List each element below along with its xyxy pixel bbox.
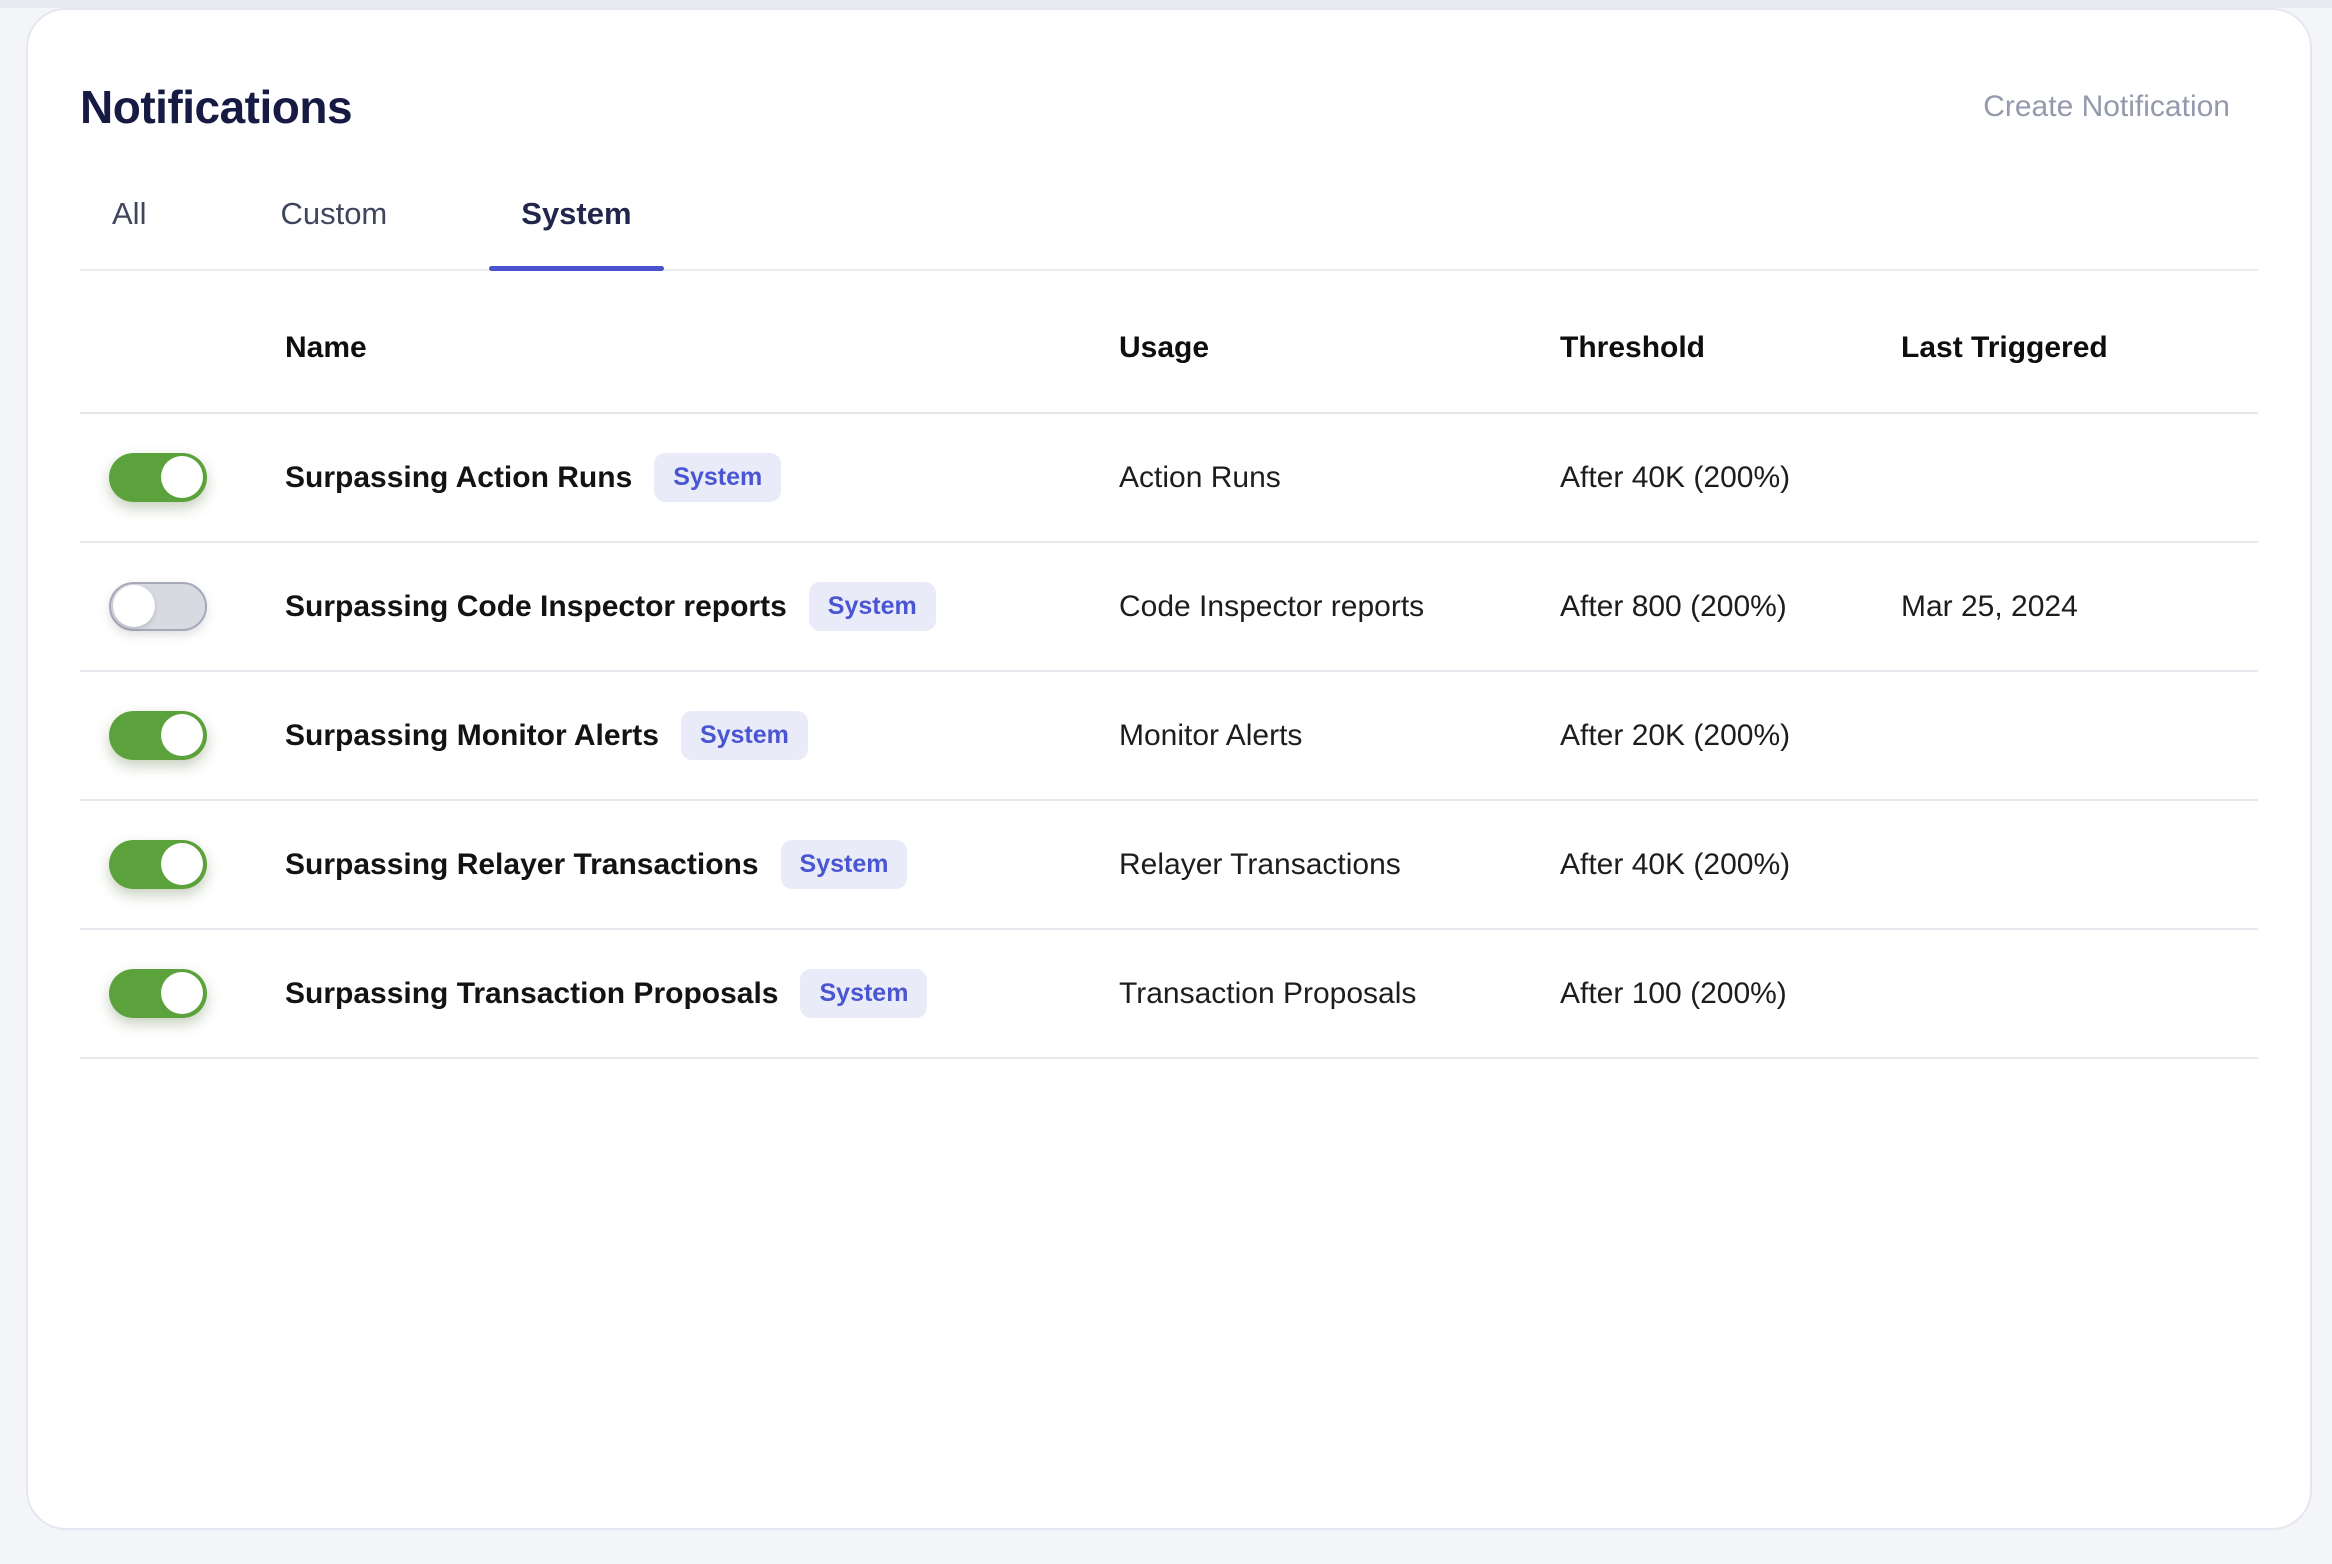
notification-name: Surpassing Code Inspector reports bbox=[285, 589, 787, 623]
column-header-last-triggered: Last Triggered bbox=[1901, 330, 2108, 364]
threshold-cell: After 40K (200%) bbox=[1560, 847, 1791, 881]
column-header-name: Name bbox=[285, 330, 367, 364]
system-badge: System bbox=[680, 711, 808, 760]
table-row: Surpassing Monitor Alerts System Monitor… bbox=[80, 672, 2258, 801]
usage-cell: Transaction Proposals bbox=[1119, 976, 1417, 1010]
usage-cell: Action Runs bbox=[1119, 460, 1281, 494]
toggle-surpassing-transaction-proposals[interactable] bbox=[109, 969, 207, 1018]
system-badge: System bbox=[654, 453, 782, 502]
tab-custom[interactable]: Custom bbox=[248, 178, 419, 269]
system-badge: System bbox=[808, 582, 936, 631]
toggle-knob bbox=[161, 714, 203, 756]
table-row: Surpassing Action Runs System Action Run… bbox=[80, 414, 2258, 543]
table-row: Surpassing Relayer Transactions System R… bbox=[80, 801, 2258, 930]
tab-all[interactable]: All bbox=[80, 178, 178, 269]
usage-cell: Monitor Alerts bbox=[1119, 718, 1303, 752]
table-header-row: Name Usage Threshold Last Triggered bbox=[80, 271, 2258, 414]
column-header-usage: Usage bbox=[1119, 330, 1210, 364]
usage-cell: Code Inspector reports bbox=[1119, 589, 1425, 623]
tab-system[interactable]: System bbox=[489, 178, 664, 271]
notification-name: Surpassing Relayer Transactions bbox=[285, 847, 759, 881]
toggle-knob bbox=[161, 456, 203, 498]
table-row: Surpassing Code Inspector reports System… bbox=[80, 543, 2258, 672]
usage-cell: Relayer Transactions bbox=[1119, 847, 1401, 881]
toggle-knob bbox=[161, 972, 203, 1014]
column-header-threshold: Threshold bbox=[1560, 330, 1706, 364]
last-triggered-cell: Mar 25, 2024 bbox=[1901, 589, 2078, 623]
threshold-cell: After 40K (200%) bbox=[1560, 460, 1791, 494]
toggle-surpassing-code-inspector-reports[interactable] bbox=[109, 582, 207, 631]
threshold-cell: After 800 (200%) bbox=[1560, 589, 1787, 623]
notifications-panel: Notifications Create Notification All Cu… bbox=[26, 8, 2312, 1530]
system-badge: System bbox=[780, 840, 908, 889]
page-title: Notifications bbox=[80, 81, 353, 133]
system-badge: System bbox=[800, 969, 928, 1018]
notification-name: Surpassing Monitor Alerts bbox=[285, 718, 659, 752]
table-row: Surpassing Transaction Proposals System … bbox=[80, 930, 2258, 1059]
panel-header: Notifications Create Notification bbox=[80, 80, 2258, 134]
notification-name: Surpassing Transaction Proposals bbox=[285, 976, 779, 1010]
toggle-surpassing-action-runs[interactable] bbox=[109, 453, 207, 502]
create-notification-button[interactable]: Create Notification bbox=[1983, 89, 2230, 125]
toggle-knob bbox=[161, 843, 203, 885]
threshold-cell: After 20K (200%) bbox=[1560, 718, 1791, 752]
tab-bar: All Custom System bbox=[80, 178, 2258, 271]
threshold-cell: After 100 (200%) bbox=[1560, 976, 1787, 1010]
toggle-surpassing-monitor-alerts[interactable] bbox=[109, 711, 207, 760]
notification-name: Surpassing Action Runs bbox=[285, 460, 633, 494]
page-top-strip bbox=[0, 0, 2332, 8]
toggle-surpassing-relayer-transactions[interactable] bbox=[109, 840, 207, 889]
notifications-table: Name Usage Threshold Last Triggered Surp… bbox=[80, 271, 2258, 1059]
toggle-knob bbox=[113, 585, 155, 627]
